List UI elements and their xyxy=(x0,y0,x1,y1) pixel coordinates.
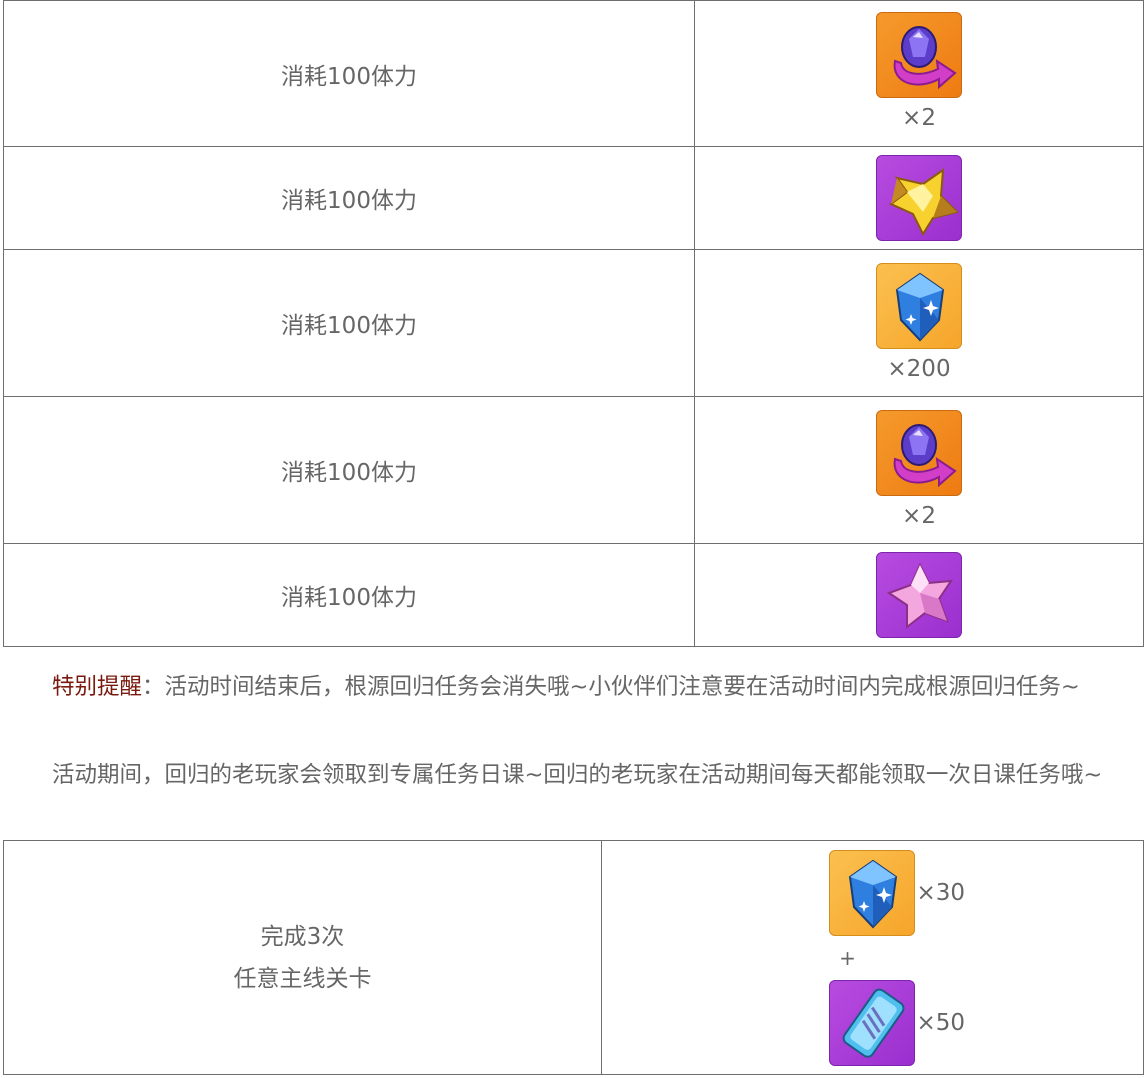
task-reward-cell: ×30 + ×50 xyxy=(601,840,1144,1075)
reminder-paragraph: 特别提醒：活动时间结束后，根源回归任务会消失哦~小伙伴们注意要在活动时间内完成根… xyxy=(3,665,1144,709)
cost-cell: 消耗100体力 xyxy=(3,396,695,544)
task-line: 完成3次 xyxy=(260,923,345,950)
blue-diamond-icon xyxy=(828,849,915,936)
reward-cell: ×200 xyxy=(694,249,1144,397)
plus-sign: + xyxy=(839,945,856,970)
reward-item: ×30 xyxy=(650,849,1143,936)
reward-qty: ×200 xyxy=(887,356,951,382)
reward-item: ×50 xyxy=(650,979,1143,1066)
reward-cell xyxy=(694,146,1144,250)
table-row: 消耗100体力 ×200 xyxy=(3,249,1144,397)
cost-cell: 消耗100体力 xyxy=(3,0,695,147)
blue-diamond-icon xyxy=(876,263,962,349)
table-row: 消耗100体力 ×2 xyxy=(3,0,1144,147)
reminder-label: 特别提醒 xyxy=(52,674,143,700)
task-cell: 完成3次 任意主线关卡 xyxy=(3,840,602,1075)
reward-qty: ×2 xyxy=(902,503,936,529)
purple-gem-exchange-icon xyxy=(876,410,962,496)
gold-star-icon xyxy=(876,155,962,241)
daily-task-paragraph: 活动期间，回归的老玩家会领取到专属任务日课~回归的老玩家在活动期间每天都能领取一… xyxy=(52,762,1103,788)
reminder-text: ：活动时间结束后，根源回归任务会消失哦~小伙伴们注意要在活动时间内完成根源回归任… xyxy=(142,674,1080,700)
reward-qty: ×2 xyxy=(902,104,936,131)
cost-cell: 消耗100体力 xyxy=(3,543,695,647)
reward-cell xyxy=(694,543,1144,647)
reward-cell: ×2 xyxy=(694,0,1144,147)
table-row: 消耗100体力 ×2 xyxy=(3,396,1144,544)
purple-gem-exchange-icon xyxy=(876,11,962,98)
table-row: 消耗100体力 xyxy=(3,146,1144,250)
task-line: 任意主线关卡 xyxy=(233,965,372,992)
reward-cell: ×2 xyxy=(694,396,1144,544)
cost-cell: 消耗100体力 xyxy=(3,146,695,250)
rewards-table: 消耗100体力 ×2 消耗100体力 消耗100体力 ×200 消耗100体力 … xyxy=(3,0,1144,647)
task-table: 完成3次 任意主线关卡 ×30 + ×50 xyxy=(3,840,1144,1075)
pink-star-crystal-icon xyxy=(876,552,962,638)
reward-qty: ×30 xyxy=(916,879,966,906)
table-row: 消耗100体力 xyxy=(3,543,1144,647)
blue-energy-battery-icon xyxy=(828,979,915,1066)
reward-qty: ×50 xyxy=(916,1009,966,1036)
cost-cell: 消耗100体力 xyxy=(3,249,695,397)
table-row: 完成3次 任意主线关卡 ×30 + ×50 xyxy=(3,840,1144,1075)
